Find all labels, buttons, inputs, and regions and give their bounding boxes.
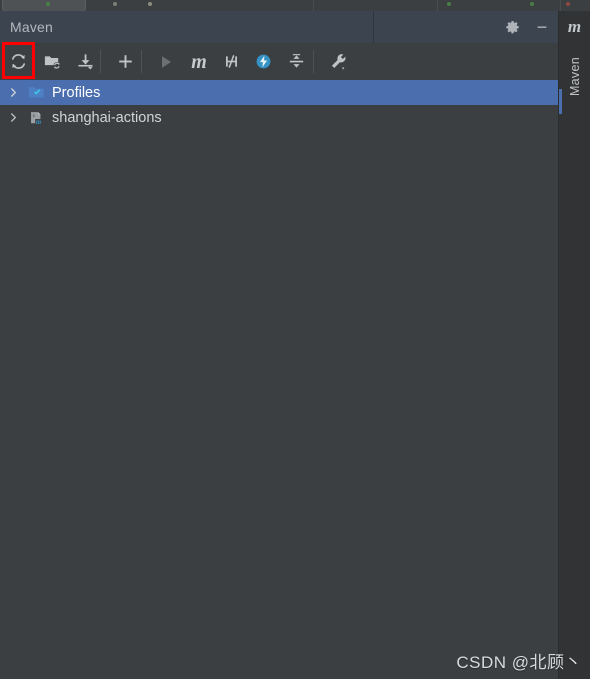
lightning-bolt-icon	[256, 54, 270, 69]
tab-indicator-dot	[530, 2, 534, 6]
top-strip-divider	[437, 0, 438, 11]
maven-toolbar: m	[0, 43, 558, 80]
stripe-selection-sliver	[559, 89, 562, 114]
execute-maven-goal-button[interactable]: m	[183, 43, 215, 80]
expand-chevron-icon[interactable]	[0, 87, 26, 98]
hide-tool-window-button[interactable]	[529, 11, 555, 43]
expand-chevron-icon[interactable]	[0, 112, 26, 123]
tab-indicator-dot	[113, 2, 117, 6]
collapse-all-button[interactable]	[280, 43, 312, 80]
download-sources-button[interactable]	[69, 43, 101, 80]
top-strip-divider	[560, 0, 561, 11]
profiles-folder-icon	[28, 87, 44, 98]
toolbar-separator	[100, 50, 101, 73]
add-maven-project-button[interactable]	[36, 43, 68, 80]
profiles-folder-icon	[26, 85, 46, 100]
maven-projects-tree[interactable]: Profiles m shanghai-actions	[0, 80, 558, 679]
reload-all-maven-projects-button[interactable]	[2, 43, 34, 80]
gear-icon	[505, 20, 519, 33]
svg-text:m: m	[35, 119, 40, 126]
stripe-button-maven[interactable]: Maven	[559, 41, 590, 113]
add-folder-icon	[44, 56, 60, 70]
chevron-right-icon	[10, 113, 16, 122]
tool-window-header: Maven	[0, 11, 558, 43]
wrench-icon	[331, 54, 345, 70]
tree-node-label: shanghai-actions	[52, 109, 162, 126]
stripe-button-label: Maven	[567, 57, 582, 97]
maven-module-icon: m	[30, 111, 41, 126]
chevron-right-icon	[10, 88, 16, 97]
tool-window-stripe: m Maven	[558, 11, 590, 679]
download-icon	[77, 54, 93, 70]
minimize-icon	[537, 26, 547, 28]
maven-settings-button[interactable]	[322, 43, 354, 80]
top-strip-divider	[313, 0, 314, 11]
header-divider	[373, 11, 374, 43]
tab-indicator-dot	[148, 2, 152, 6]
maven-m-icon: m	[191, 50, 207, 73]
toggle-skip-tests-button[interactable]	[215, 43, 247, 80]
add-plugin-button[interactable]	[109, 43, 141, 80]
toggle-offline-mode-button[interactable]	[247, 43, 279, 80]
tree-node-profiles[interactable]: Profiles	[0, 80, 558, 105]
skip-tests-icon	[225, 54, 237, 69]
tool-window-title: Maven	[10, 19, 54, 35]
ide-top-strip	[0, 0, 590, 11]
editor-tab-stub[interactable]	[2, 0, 86, 11]
tab-indicator-dot	[566, 2, 570, 6]
toolbar-separator	[141, 50, 142, 73]
run-triangle-icon	[162, 55, 172, 68]
maven-m-icon[interactable]: m	[559, 13, 590, 41]
plus-icon	[118, 55, 132, 68]
tree-node-label: Profiles	[52, 84, 101, 101]
tab-indicator-dot	[46, 2, 50, 6]
settings-gear-button[interactable]	[499, 11, 525, 43]
maven-module-icon: m	[26, 110, 46, 126]
watermark-text: CSDN @北顾丶	[456, 653, 582, 672]
run-maven-build-button[interactable]	[150, 43, 182, 80]
maven-tool-window: Maven m Profiles m shanghai-actions m Ma…	[0, 0, 590, 679]
tree-node-shanghai-actions[interactable]: m shanghai-actions	[0, 105, 558, 130]
tab-indicator-dot	[447, 2, 451, 6]
toolbar-separator	[313, 50, 314, 73]
refresh-icon	[11, 54, 25, 69]
collapse-all-icon	[289, 54, 303, 68]
